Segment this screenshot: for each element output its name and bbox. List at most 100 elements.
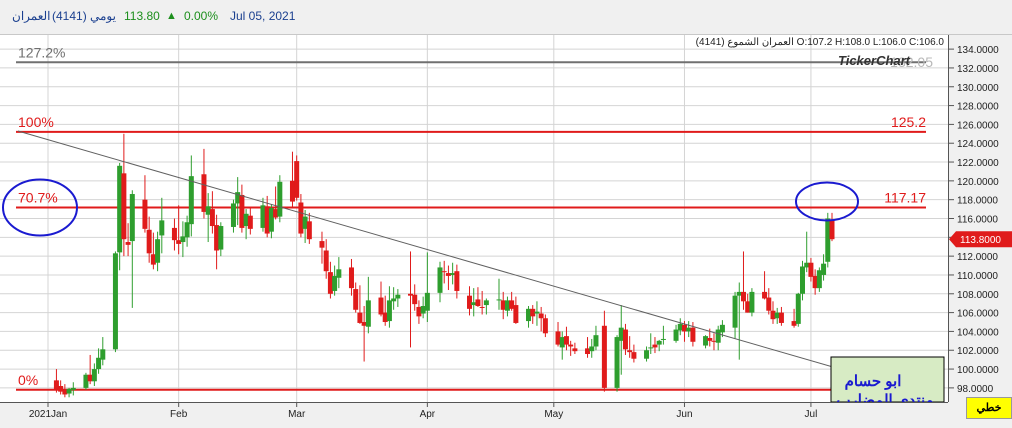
candle-body bbox=[188, 176, 194, 225]
candle-body bbox=[378, 297, 384, 315]
fib-pct-label: 127.2% bbox=[18, 44, 65, 60]
candle-body bbox=[142, 199, 148, 229]
candle-body bbox=[454, 271, 460, 291]
candle-body bbox=[129, 194, 135, 242]
fib-pct-label: 70.7% bbox=[18, 189, 58, 205]
x-tick-label: Apr bbox=[420, 409, 436, 420]
up-arrow-icon: ▲ bbox=[166, 10, 177, 22]
candle bbox=[294, 155, 300, 201]
candle-body bbox=[563, 336, 569, 345]
candle bbox=[445, 265, 451, 291]
candle-body bbox=[395, 294, 401, 299]
candle-body bbox=[91, 369, 97, 382]
y-tick-label: 130.0000 bbox=[957, 83, 999, 94]
candle-body bbox=[622, 329, 628, 350]
price-axis[interactable]: 98.0000 100.0000 102.0000 104.0000 106.0000 1… bbox=[948, 35, 1012, 402]
trendline bbox=[17, 130, 876, 380]
candle-body bbox=[209, 209, 215, 227]
candles bbox=[53, 133, 835, 398]
candle-body bbox=[475, 299, 481, 307]
x-tick-label: 2021Jan bbox=[29, 409, 67, 420]
candle bbox=[467, 286, 473, 316]
candle-body bbox=[365, 300, 371, 327]
candle bbox=[171, 218, 177, 251]
candle bbox=[749, 288, 755, 317]
y-tick-label: 100.0000 bbox=[957, 365, 999, 376]
date-axis-svg: 2021Jan Feb Mar Apr May Jun Jul bbox=[29, 403, 818, 420]
y-tick-label: 126.0000 bbox=[957, 120, 999, 131]
candle-body bbox=[412, 294, 418, 305]
candle-body bbox=[766, 297, 772, 311]
candle-body bbox=[762, 291, 768, 299]
candle-body bbox=[441, 271, 447, 273]
fib-level-labels: 127.2%100%125.270.7%117.170%97.8 bbox=[18, 44, 926, 387]
fib-levels bbox=[16, 61, 926, 391]
candle bbox=[378, 281, 384, 317]
last-price: 113.80 bbox=[124, 9, 160, 23]
candlestick-chart[interactable]: 127.2%100%125.270.7%117.170%97.8 العمران… bbox=[0, 35, 948, 409]
candle-body bbox=[707, 338, 713, 341]
candle-body bbox=[690, 327, 696, 342]
candle bbox=[112, 251, 118, 353]
candle-body bbox=[648, 347, 654, 349]
candle bbox=[277, 175, 283, 223]
period-label[interactable]: يومي bbox=[90, 9, 116, 23]
candle-body bbox=[749, 291, 755, 313]
candle-body bbox=[332, 275, 338, 291]
date-axis[interactable]: 2021Jan Feb Mar Apr May Jun Jul bbox=[0, 402, 948, 423]
y-tick-label: 102.0000 bbox=[957, 346, 999, 357]
author-name: ابو حسام bbox=[845, 373, 902, 390]
candle-body bbox=[386, 300, 392, 322]
candle bbox=[795, 292, 801, 327]
y-tick-label: 108.0000 bbox=[957, 290, 999, 301]
candle-body bbox=[357, 312, 363, 323]
candle-body bbox=[496, 299, 502, 301]
candle-body bbox=[799, 266, 805, 294]
highlight-circle-right bbox=[795, 181, 859, 222]
y-tick-label: 128.0000 bbox=[957, 102, 999, 113]
y-tick-label: 132.0000 bbox=[957, 64, 999, 75]
y-tick-label: 112.0000 bbox=[957, 252, 998, 263]
chart-plot-area[interactable]: 127.2%100%125.270.7%117.170%97.8 العمران… bbox=[0, 35, 948, 409]
ohlc-legend: العمران الشموع (4141) O:107.2 H:108.0 L:… bbox=[696, 37, 945, 48]
candle bbox=[412, 284, 418, 311]
candle-body bbox=[479, 306, 485, 308]
watermark-logo: TickerChart bbox=[838, 53, 911, 68]
candle-body bbox=[125, 242, 131, 245]
candle-body bbox=[306, 221, 312, 240]
y-tick-label: 134.0000 bbox=[957, 45, 999, 56]
candle-body bbox=[660, 338, 666, 340]
candle-body bbox=[230, 203, 236, 227]
candle-body bbox=[323, 250, 329, 272]
candle-body bbox=[348, 267, 354, 289]
candle-body bbox=[631, 352, 637, 359]
candle-body bbox=[100, 349, 106, 360]
candle-body bbox=[277, 181, 283, 217]
candle bbox=[601, 310, 607, 392]
candle bbox=[614, 335, 620, 392]
title-bar: العمران (4141) يومي 113.80 ▲ 0.00% Jul 0… bbox=[0, 0, 1012, 35]
candle bbox=[395, 289, 401, 307]
fib-price-label: 117.17 bbox=[884, 189, 926, 205]
candle bbox=[437, 261, 443, 303]
last-price-label: 113.8000 bbox=[960, 235, 1001, 246]
candle-body bbox=[247, 215, 253, 229]
candle bbox=[740, 251, 746, 310]
y-tick-label: 118.0000 bbox=[957, 196, 998, 207]
candle-body bbox=[159, 220, 165, 236]
candle-body bbox=[808, 262, 814, 277]
x-tick-label: Jul bbox=[805, 409, 818, 420]
candle-body bbox=[336, 269, 342, 278]
y-tick-label: 104.0000 bbox=[957, 327, 999, 338]
candle-body bbox=[627, 350, 633, 353]
candle bbox=[298, 194, 304, 238]
candle-body bbox=[719, 324, 725, 333]
y-tick-label: 120.0000 bbox=[957, 177, 999, 188]
quote-date: Jul 05, 2021 bbox=[230, 9, 296, 23]
chart-type-button[interactable]: خطي bbox=[966, 397, 1012, 419]
change-percent: 0.00% bbox=[184, 9, 219, 23]
y-tick-label: 110.0000 bbox=[957, 271, 998, 282]
fib-pct-label: 0% bbox=[18, 372, 38, 388]
y-tick-label: 98.0000 bbox=[957, 384, 994, 395]
candle-body bbox=[155, 239, 161, 263]
